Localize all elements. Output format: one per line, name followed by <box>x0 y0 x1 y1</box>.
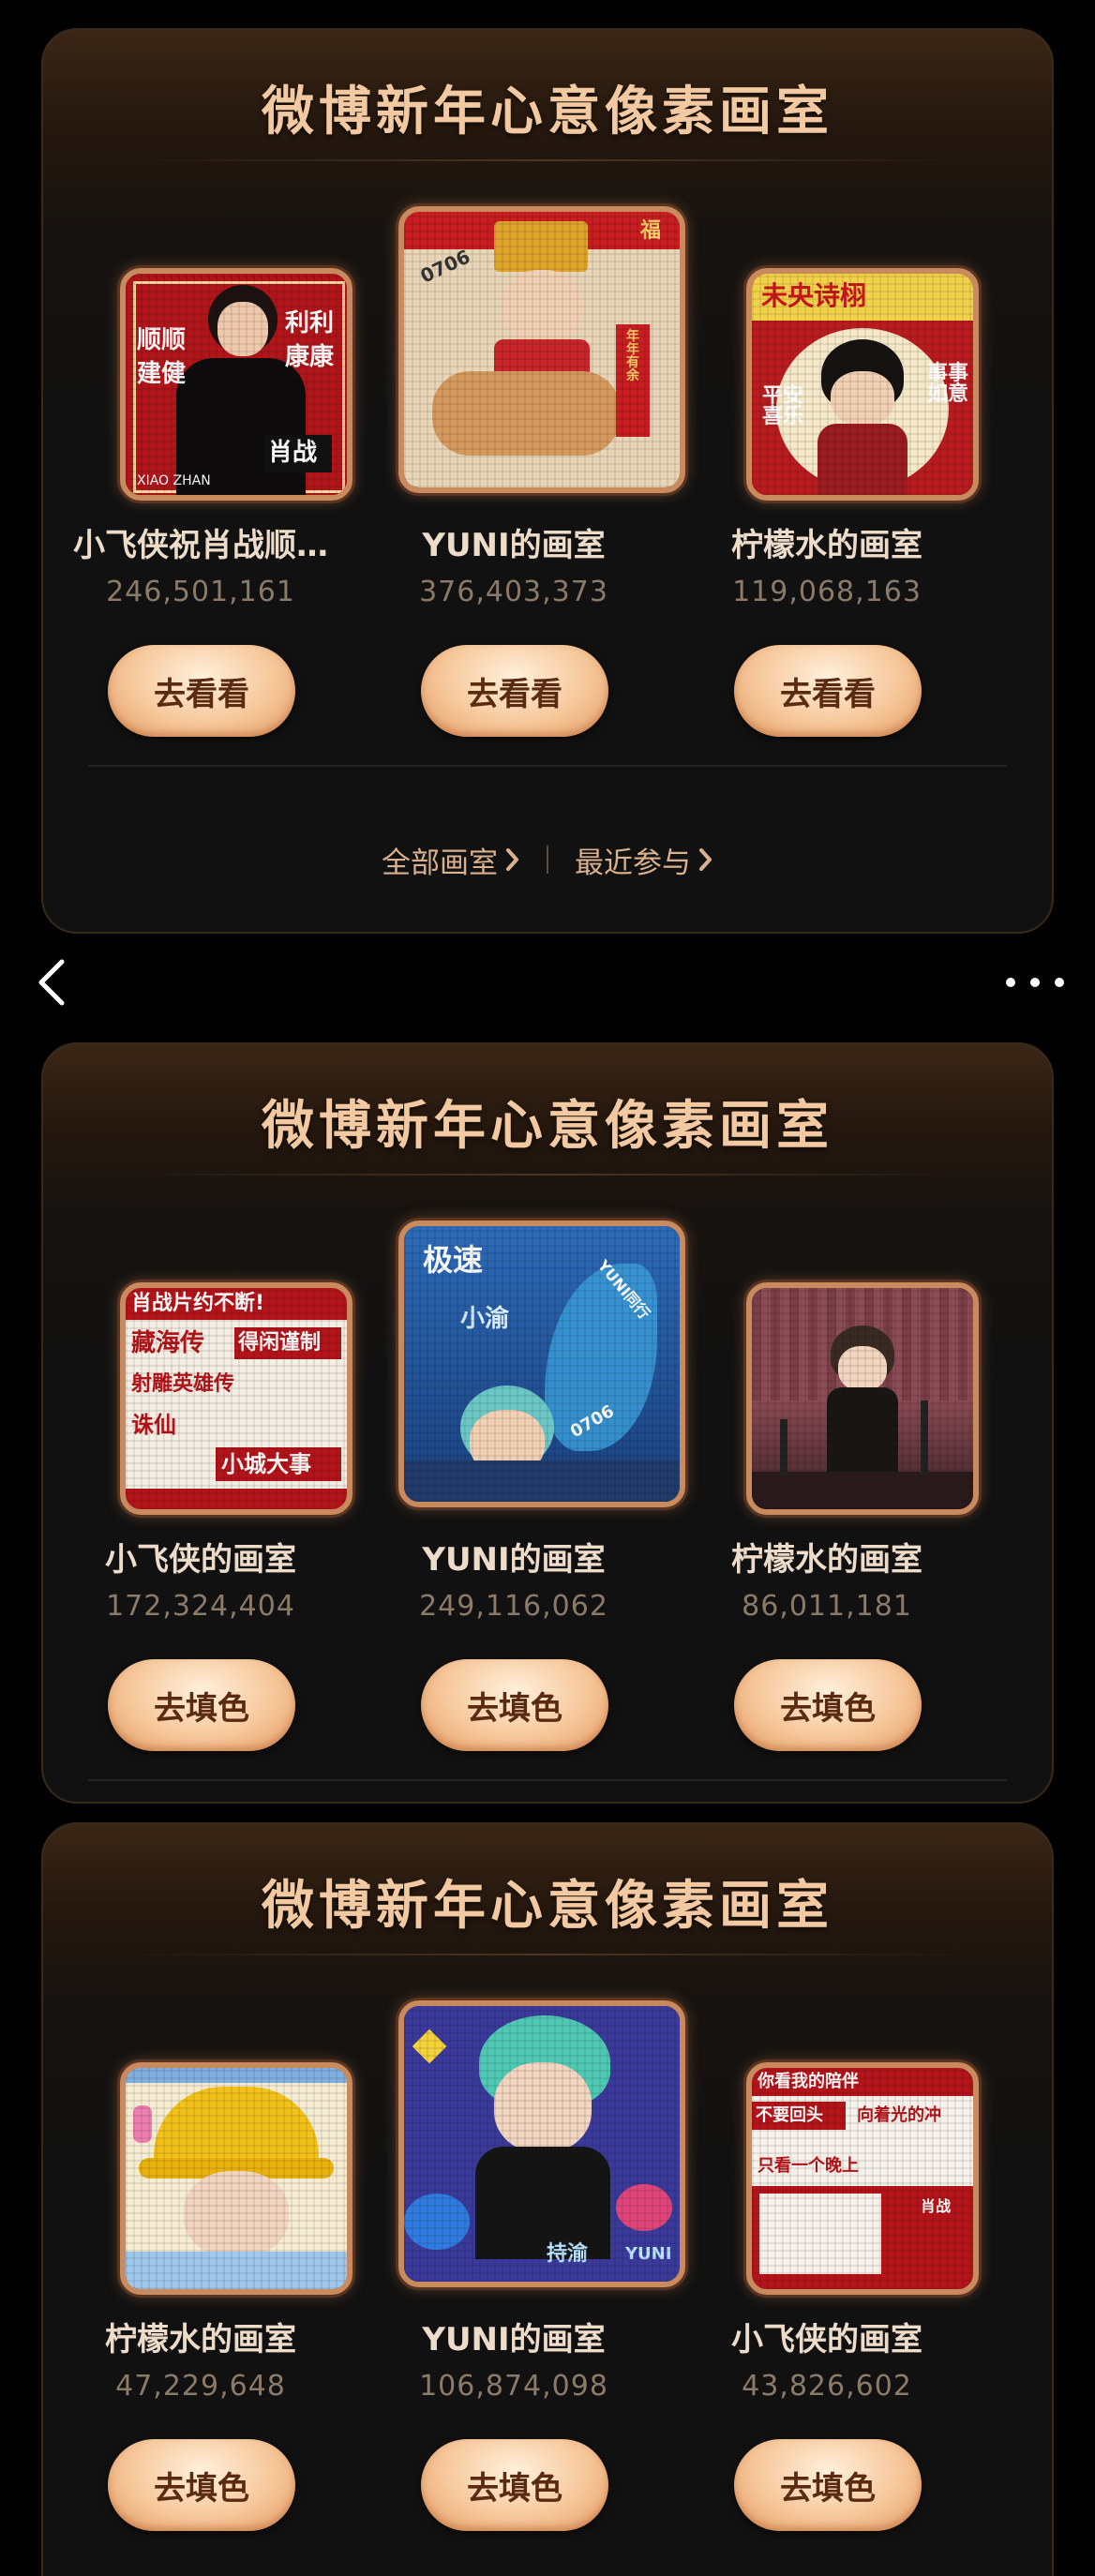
room-thumbnail[interactable]: 未央诗栩 平安喜乐 事事如意 <box>746 268 979 501</box>
room-thumbnail[interactable] <box>120 2062 352 2295</box>
room-list: 肖战片约不断! 藏海传 得闲谨制 射雕英雄传 诛仙 小城大事 小飞侠的画室 17… <box>43 1185 1052 1785</box>
view-button[interactable]: 去看看 <box>108 645 295 737</box>
room-list: 顺顺 建健 利利 康康 肖战 XIAO ZHAN 小飞侠祝肖战顺… 246,50… <box>43 171 1052 771</box>
pixel-art-image <box>126 2068 347 2289</box>
card-title: 微博新年心意像素画室 <box>262 1096 833 1157</box>
more-button[interactable] <box>998 960 1072 1005</box>
chevron-right-icon <box>506 848 518 871</box>
pixel-art-image: 0706 福 年年有余 <box>404 212 680 487</box>
chevron-right-icon <box>699 848 712 871</box>
fill-color-button[interactable]: 去填色 <box>421 2439 608 2531</box>
pixel-art-image: 持渝 YUNI <box>404 2006 680 2282</box>
room-thumbnail[interactable]: 肖战片约不断! 藏海传 得闲谨制 射雕英雄传 诛仙 小城大事 <box>120 1282 352 1515</box>
fill-color-button[interactable]: 去填色 <box>108 2439 295 2531</box>
recent-participation-label: 最近参与 <box>575 846 691 880</box>
pixel-art-image: 极速 小渝 YUNI同行 0706 <box>404 1226 680 1502</box>
card-title: 微博新年心意像素画室 <box>262 1876 833 1937</box>
room-name: 小飞侠祝肖战顺… <box>73 527 328 564</box>
pixel-art-image: 顺顺 建健 利利 康康 肖战 XIAO ZHAN <box>126 274 347 495</box>
room-thumbnail[interactable]: 0706 福 年年有余 <box>398 206 685 493</box>
room-list: 柠檬水的画室 47,229,648 去填色 持渝 YUNI YUNI的画室 10… <box>43 1965 1052 2565</box>
pixel-art-image: 未央诗栩 平安喜乐 事事如意 <box>752 274 973 495</box>
card-footer: 全部画室 最近参与 <box>43 836 1052 883</box>
more-dots-icon <box>1006 978 1064 987</box>
room-name: YUNI的画室 <box>422 527 606 564</box>
title-divider <box>118 159 977 161</box>
room-name: 柠檬水的画室 <box>731 527 922 564</box>
page: 微博新年心意像素画室 顺顺 建健 利利 康康 肖战 XIAO ZHAN 小飞侠祝… <box>0 0 1095 2576</box>
card-title: 微博新年心意像素画室 <box>262 82 833 142</box>
painting-room-card: 微博新年心意像素画室 肖战片约不断! 藏海传 得闲谨制 射雕英雄传 诛仙 小城大… <box>41 1042 1054 1804</box>
view-button[interactable]: 去看看 <box>734 645 922 737</box>
painting-room-card: 微博新年心意像素画室 顺顺 建健 利利 康康 肖战 XIAO ZHAN 小飞侠祝… <box>41 28 1054 934</box>
room-name: YUNI的画室 <box>422 2321 606 2359</box>
recent-participation-link[interactable]: 最近参与 <box>548 839 740 881</box>
nav-bar <box>0 949 1095 1016</box>
participant-count: 246,501,161 <box>106 576 295 608</box>
participant-count: 86,011,181 <box>742 1590 912 1623</box>
participant-count: 47,229,648 <box>115 2370 286 2403</box>
room-thumbnail[interactable]: 你看我的陪伴 不要回头 向着光的冲 只看一个晚上 肖战 <box>746 2062 979 2295</box>
room-name: 小飞侠的画室 <box>731 2321 922 2359</box>
fill-color-button[interactable]: 去填色 <box>734 2439 922 2531</box>
room-thumbnail[interactable]: 持渝 YUNI <box>398 2000 685 2287</box>
chevron-left-icon <box>38 959 65 1006</box>
card-divider <box>88 1779 1007 1781</box>
participant-count: 119,068,163 <box>732 576 922 608</box>
pixel-art-image: 你看我的陪伴 不要回头 向着光的冲 只看一个晚上 肖战 <box>752 2068 973 2289</box>
room-name: 小飞侠的画室 <box>105 1541 296 1579</box>
title-divider <box>118 1954 977 1955</box>
participant-count: 106,874,098 <box>419 2370 608 2403</box>
participant-count: 249,116,062 <box>419 1590 608 1623</box>
room-name: 柠檬水的画室 <box>105 2321 296 2359</box>
participant-count: 43,826,602 <box>742 2370 912 2403</box>
participant-count: 172,324,404 <box>106 1590 295 1623</box>
all-rooms-label: 全部画室 <box>382 846 498 880</box>
painting-room-card: 微博新年心意像素画室 柠檬水的画室 47,229,648 去填色 持渝 YUNI… <box>41 1822 1054 2576</box>
fill-color-button[interactable]: 去填色 <box>734 1659 922 1751</box>
all-rooms-link[interactable]: 全部画室 <box>355 839 547 881</box>
room-name: YUNI的画室 <box>422 1541 606 1579</box>
back-button[interactable] <box>26 952 82 1012</box>
title-divider <box>118 1174 977 1176</box>
participant-count: 376,403,373 <box>419 576 608 608</box>
room-thumbnail[interactable]: 顺顺 建健 利利 康康 肖战 XIAO ZHAN <box>120 268 352 501</box>
fill-color-button[interactable]: 去填色 <box>421 1659 608 1751</box>
room-thumbnail[interactable]: 极速 小渝 YUNI同行 0706 <box>398 1221 685 1507</box>
pixel-art-image <box>752 1288 973 1509</box>
fill-color-button[interactable]: 去填色 <box>108 1659 295 1751</box>
pixel-art-image: 肖战片约不断! 藏海传 得闲谨制 射雕英雄传 诛仙 小城大事 <box>126 1288 347 1509</box>
room-thumbnail[interactable] <box>746 1282 979 1515</box>
room-name: 柠檬水的画室 <box>731 1541 922 1579</box>
card-divider <box>88 765 1007 767</box>
view-button[interactable]: 去看看 <box>421 645 608 737</box>
